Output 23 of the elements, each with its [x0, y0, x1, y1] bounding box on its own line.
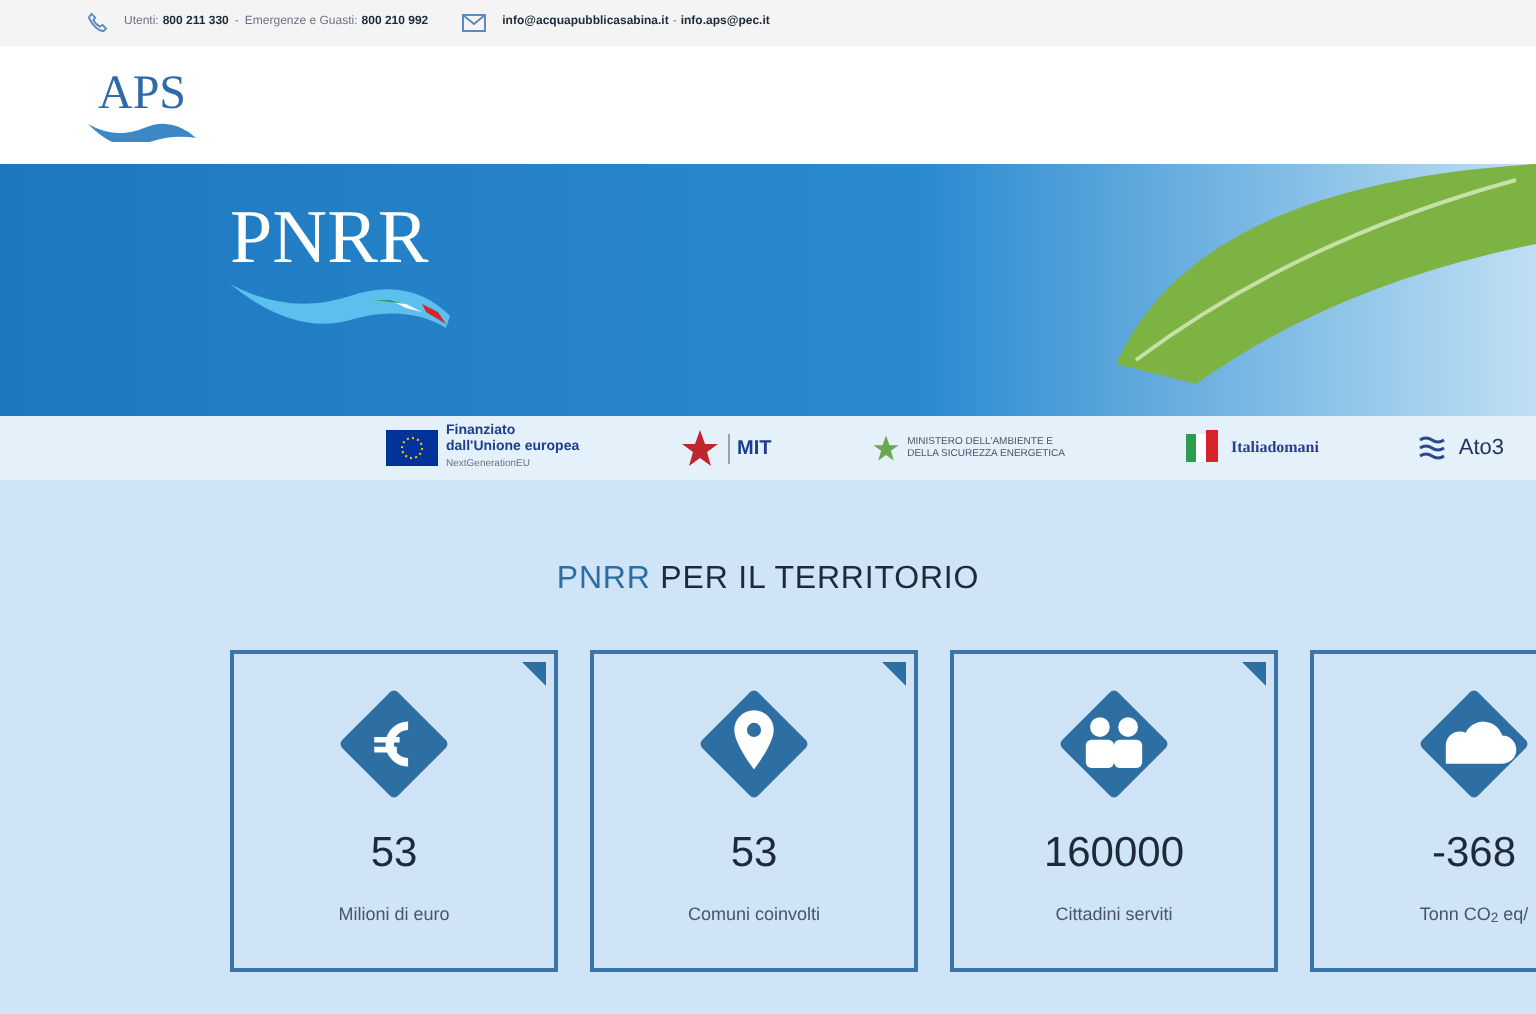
- stat-label: Cittadini serviti: [1055, 901, 1173, 927]
- stat-value: -368: [1431, 828, 1517, 880]
- flag-icon: [386, 430, 438, 466]
- stat-value: 53: [730, 828, 778, 880]
- star-icon: [679, 428, 719, 468]
- flag-icon: [1182, 430, 1223, 466]
- phone-icon: [86, 12, 108, 34]
- stat-label: Comuni coinvolti: [687, 901, 821, 927]
- partner-logo-text: Italiadomani: [1230, 436, 1319, 460]
- section-title: PNRR PER IL TERRITORIO: [554, 560, 982, 600]
- corner-triangle-icon: [882, 662, 906, 686]
- mail-icon: [462, 14, 487, 32]
- corner-triangle-icon: [522, 662, 546, 686]
- stat-value: 53: [370, 828, 418, 880]
- partner-logo-text: Ato3: [1458, 433, 1504, 464]
- stat-label: Milioni di euro: [338, 901, 450, 927]
- stat-value: 160000: [1043, 828, 1185, 880]
- pnrr-logo: PNRR: [230, 200, 454, 332]
- stat-label: Tonn CO$_{2}$ eq/: [1419, 901, 1529, 928]
- star-icon: [871, 434, 900, 462]
- aps-logo[interactable]: APS: [86, 69, 198, 141]
- partner-logo-text: MIT: [727, 433, 772, 463]
- corner-triangle-icon: [1242, 662, 1266, 686]
